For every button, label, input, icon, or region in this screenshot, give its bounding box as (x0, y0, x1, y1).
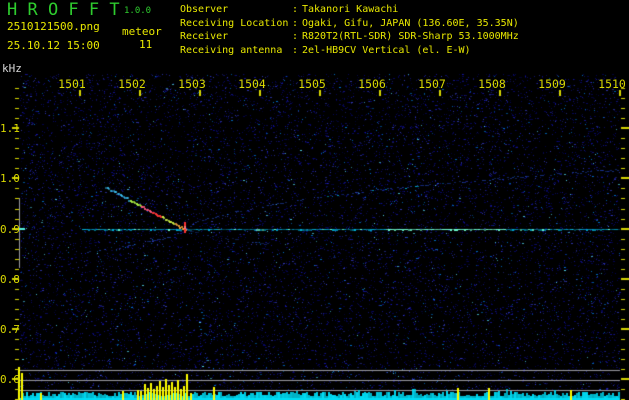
x-tick-label: 1504 (238, 77, 266, 91)
x-tick-label: 1508 (478, 77, 506, 91)
info-row: Observer: Takanori Kawachi (180, 3, 519, 17)
x-tick-label: 1503 (178, 77, 206, 91)
y-tick-label: 1.0 (0, 172, 20, 185)
info-value: Ogaki, Gifu, JAPAN (136.60E, 35.35N) (302, 17, 519, 29)
x-tick-label: 1501 (58, 77, 86, 91)
spectrogram-canvas (0, 0, 629, 400)
info-row: Receiving antenna:2el-HB9CV Vertical (el… (180, 44, 519, 58)
mode-label: meteor (122, 25, 162, 38)
echo-count: 11 (139, 38, 153, 51)
x-tick-label: 1507 (418, 77, 446, 91)
info-value: R820T2(RTL-SDR) SDR-Sharp 53.1000MHz (302, 31, 519, 42)
info-colon: : (292, 31, 299, 42)
hrofft-screen: H R O F F T 1.0.0 2510121500.png meteor … (0, 0, 629, 400)
y-tick-label: 0.9 (0, 223, 20, 236)
y-tick-label: 0.6 (0, 373, 20, 386)
app-title: H R O F F T (7, 0, 120, 20)
y-axis-unit: kHz (2, 62, 22, 75)
info-label: Receiving antenna (180, 44, 283, 56)
station-info-block: Observer: Takanori Kawachi Receiving Locat… (180, 3, 519, 57)
y-tick-label: 1.1 (0, 122, 20, 135)
info-row: Receiver: R820T2(RTL-SDR) SDR-Sharp 53.10… (180, 30, 519, 44)
info-row: Receiving Location: Ogaki, Gifu, JAPAN (1… (180, 17, 519, 31)
x-tick-label: 1510 (598, 77, 626, 91)
info-colon: : (292, 44, 299, 56)
x-tick-label: 1506 (358, 77, 386, 91)
app-version: 1.0.0 (124, 6, 152, 16)
info-value: Takanori Kawachi (302, 4, 399, 15)
x-tick-label: 1505 (298, 77, 326, 91)
y-tick-label: 0.8 (0, 273, 20, 286)
info-label: Receiving Location (180, 17, 289, 29)
info-label: Observer (180, 4, 229, 15)
x-tick-label: 1509 (538, 77, 566, 91)
output-filename: 2510121500.png (7, 20, 100, 33)
info-colon: : (292, 17, 299, 29)
info-label: Receiver (180, 31, 229, 42)
info-value: 2el-HB9CV Vertical (el. E-W) (302, 44, 471, 56)
y-tick-label: 0.7 (0, 323, 20, 336)
observation-datetime: 25.10.12 15:00 (7, 39, 100, 52)
info-colon: : (292, 4, 299, 15)
x-tick-label: 1502 (118, 77, 146, 91)
